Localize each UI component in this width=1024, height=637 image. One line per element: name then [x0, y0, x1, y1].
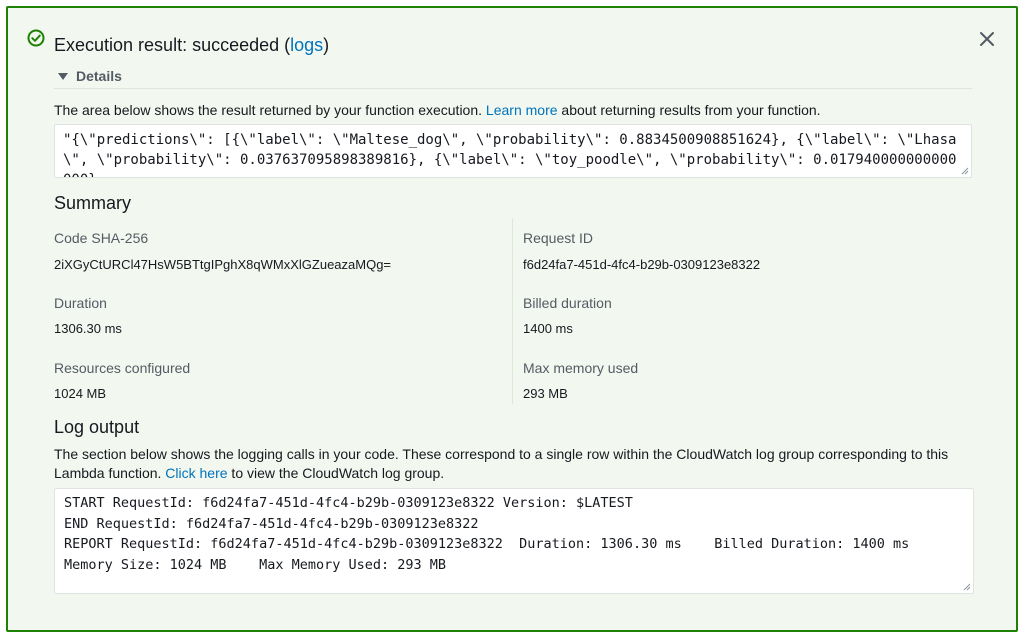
duration-label: Duration: [54, 295, 107, 311]
max-memory-used-label: Max memory used: [523, 360, 639, 376]
result-output-textarea[interactable]: "{\"predictions\": [{\"label\": \"Maltes…: [54, 124, 972, 178]
result-description-suffix: about returning results from your functi…: [557, 102, 821, 118]
title-suffix: ): [323, 35, 330, 55]
caret-down-icon: [58, 72, 68, 80]
details-toggle[interactable]: Details: [58, 68, 122, 84]
title-prefix: Execution result: succeeded (: [54, 35, 291, 55]
logs-link[interactable]: logs: [290, 35, 323, 55]
details-divider: [54, 88, 972, 89]
click-here-link[interactable]: Click here: [165, 465, 227, 481]
log-output-textarea[interactable]: START RequestId: f6d24fa7-451d-4fc4-b29b…: [54, 488, 974, 594]
resources-configured-value: 1024 MB: [54, 386, 107, 401]
result-output-text: "{\"predictions\": [{\"label\": \"Maltes…: [63, 132, 957, 177]
execution-result-title: Execution result: succeeded (logs): [54, 34, 329, 56]
result-description: The area below shows the result returned…: [54, 101, 821, 119]
resources-configured-label: Resources configured: [54, 360, 191, 376]
log-description-suffix: to view the CloudWatch log group.: [227, 465, 445, 481]
billed-duration-value: 1400 ms: [523, 321, 573, 336]
max-memory-used-value: 293 MB: [523, 386, 568, 401]
summary-column-divider: [512, 218, 513, 404]
log-output-text: START RequestId: f6d24fa7-451d-4fc4-b29b…: [64, 495, 910, 573]
execution-result-panel: Execution result: succeeded (logs) Detai…: [6, 6, 1018, 632]
close-icon[interactable]: [976, 28, 998, 50]
summary-title: Summary: [54, 193, 132, 213]
duration-value: 1306.30 ms: [54, 321, 122, 336]
code-sha-value: 2iXGyCtURCl47HsW5BTtgIPghX8qWMxXlGZueaza…: [54, 257, 392, 272]
success-check-icon: [27, 29, 45, 47]
request-id-label: Request ID: [523, 230, 594, 246]
billed-duration-label: Billed duration: [523, 295, 612, 311]
log-description: The section below shows the logging call…: [54, 445, 984, 483]
resize-handle-icon[interactable]: [961, 167, 969, 175]
log-output-title: Log output: [54, 417, 140, 437]
code-sha-label: Code SHA-256: [54, 230, 149, 246]
details-label: Details: [76, 68, 122, 84]
result-description-prefix: The area below shows the result returned…: [54, 102, 486, 118]
learn-more-link[interactable]: Learn more: [486, 102, 558, 118]
request-id-value: f6d24fa7-451d-4fc4-b29b-0309123e8322: [523, 257, 761, 272]
resize-handle-icon[interactable]: [963, 583, 971, 591]
